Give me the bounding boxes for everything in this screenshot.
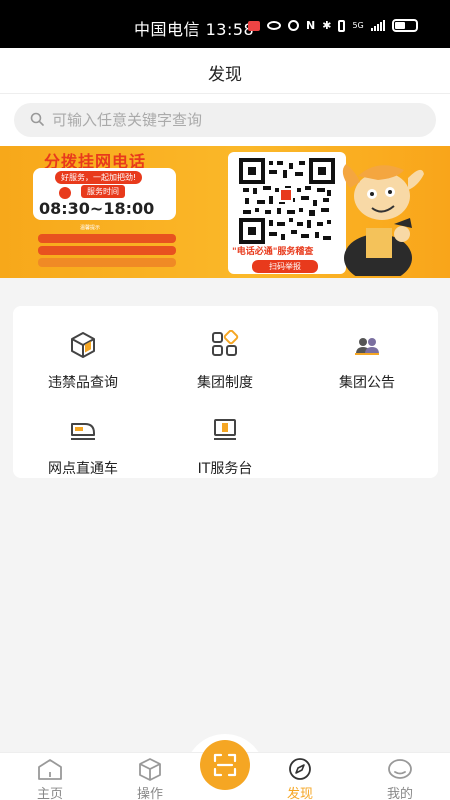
users-icon — [355, 338, 379, 355]
apps-icon — [212, 330, 239, 356]
grid-item-it-helpdesk[interactable]: IT服务台 — [165, 402, 285, 478]
search-box[interactable] — [14, 103, 436, 137]
train-icon — [71, 423, 95, 440]
banner-qr-card: "电话必通"服务稽查 扫码举报 — [228, 152, 346, 274]
banner-slogan: 好服务，一起加把劲! — [55, 171, 143, 184]
feature-grid: 违禁品查询 集团制度 集团公告 网点直通车 IT服务台 — [13, 306, 438, 478]
grid-item-label: 违禁品查询 — [48, 375, 118, 391]
battery-icon — [391, 19, 418, 32]
grid-item-label: 集团制度 — [197, 375, 253, 391]
vibrate-icon — [338, 19, 346, 32]
grid-item-prohibited-query[interactable]: 违禁品查询 — [23, 316, 143, 392]
carrier-label: 中国电信 — [134, 20, 201, 39]
compass-icon — [289, 758, 311, 780]
recording-icon — [248, 20, 260, 31]
phone-icon — [59, 187, 71, 199]
banner-note-line — [38, 246, 176, 255]
grid-item-label: 网点直通车 — [48, 461, 118, 477]
tab-discover[interactable]: 发现 — [265, 753, 335, 800]
tab-label: 我的 — [386, 787, 413, 800]
promo-banner[interactable]: 分拨挂网电话 好服务，一起加把劲! 服务时间 08:30~18:00 温馨提示 — [0, 146, 450, 278]
banner-note-line — [38, 258, 176, 267]
cube-icon — [139, 758, 161, 781]
banner-note-line — [38, 234, 176, 243]
bluetooth-icon: ✱ — [322, 19, 332, 32]
status-bar: 中国电信 13:58 N ✱ 5G — [0, 0, 450, 48]
home-icon — [38, 759, 62, 780]
tab-home[interactable]: 主页 — [15, 753, 85, 800]
banner-qr-caption: "电话必通"服务稽查 — [232, 247, 314, 257]
grid-item-group-rules[interactable]: 集团制度 — [165, 316, 285, 392]
scan-button[interactable] — [200, 740, 250, 790]
scan-icon — [213, 753, 237, 777]
monitor-icon — [214, 419, 236, 440]
search-bar — [0, 94, 450, 146]
tab-label: 主页 — [36, 787, 63, 800]
network-type-label: 5G — [352, 20, 364, 30]
box-icon — [71, 332, 95, 358]
grid-item-label: IT服务台 — [197, 461, 253, 477]
banner-hours-label: 服务时间 — [81, 185, 125, 198]
page-title: 发现 — [208, 65, 242, 85]
mascot-illustration — [342, 164, 424, 276]
grid-item-label: 集团公告 — [339, 375, 395, 391]
search-icon — [30, 112, 44, 126]
grid-item-outlet-shuttle[interactable]: 网点直通车 — [23, 402, 143, 478]
search-input[interactable] — [52, 103, 422, 137]
tab-operations[interactable]: 操作 — [115, 753, 185, 800]
tab-profile[interactable]: 我的 — [365, 753, 435, 800]
clock-label: 13:58 — [205, 20, 255, 39]
report-button[interactable]: 扫码举报 — [252, 260, 318, 273]
grid-item-group-notice[interactable]: 集团公告 — [307, 316, 427, 392]
profile-icon — [388, 759, 412, 779]
alarm-icon — [288, 20, 299, 31]
page-header: 发现 — [0, 48, 450, 94]
banner-note-title: 温馨提示 — [80, 225, 101, 231]
banner-service-card: 好服务，一起加把劲! 服务时间 08:30~18:00 — [33, 168, 176, 220]
tab-label: 操作 — [136, 787, 163, 800]
qr-code-icon — [239, 158, 335, 244]
nfc-icon: N — [306, 19, 316, 32]
tab-label: 发现 — [286, 787, 313, 800]
signal-icon — [370, 20, 385, 31]
eye-icon — [267, 21, 281, 30]
banner-hours: 08:30~18:00 — [39, 199, 155, 218]
